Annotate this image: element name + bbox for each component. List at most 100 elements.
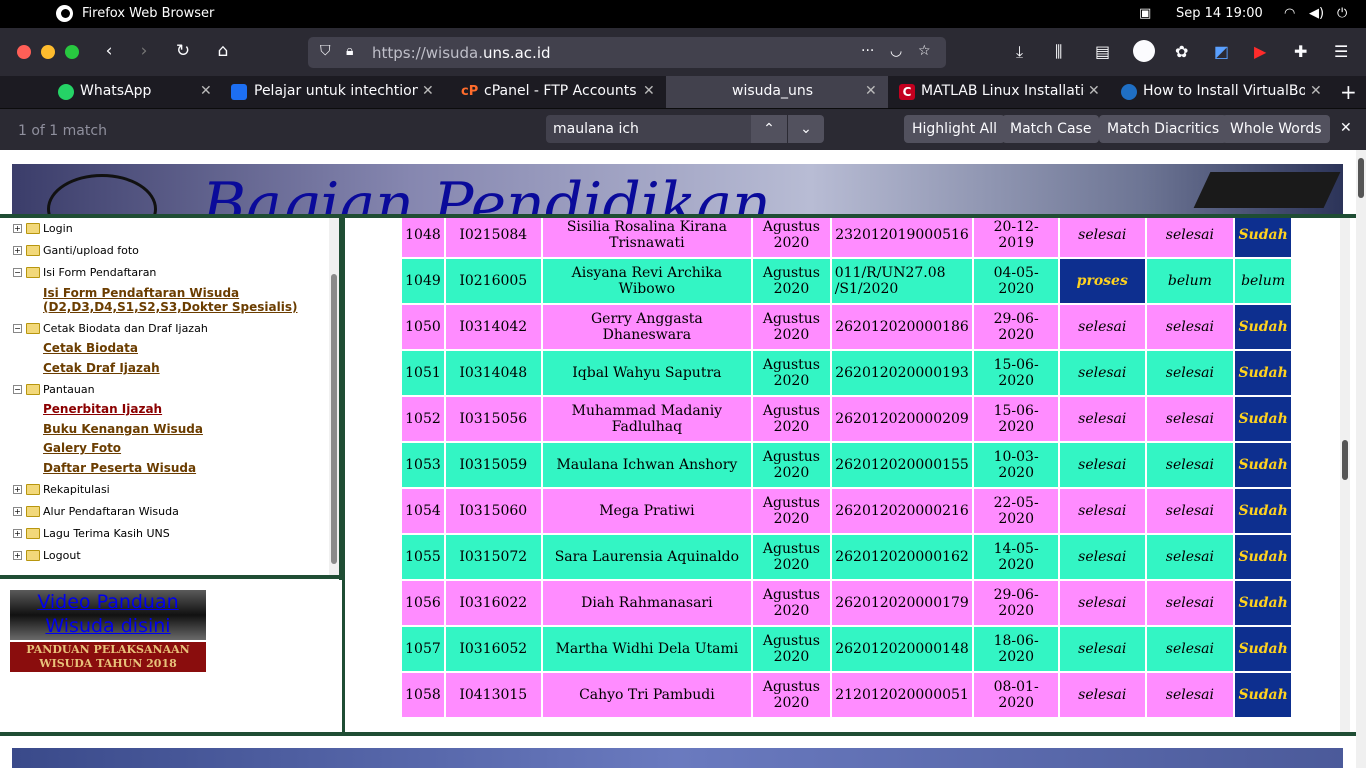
link-penerbitan-ijazah[interactable]: Penerbitan Ijazah bbox=[43, 402, 162, 416]
tab-matlab[interactable]: C MATLAB Linux Installatio ✕ bbox=[888, 76, 1110, 108]
tab-wisuda-uns[interactable]: wisuda_uns ✕ bbox=[666, 76, 888, 108]
volume-icon[interactable]: ◀) bbox=[1309, 6, 1324, 21]
match-case-toggle[interactable]: Match Case bbox=[1002, 115, 1100, 143]
scrollbar-thumb[interactable] bbox=[1342, 440, 1348, 480]
match-diacritics-toggle[interactable]: Match Diacritics bbox=[1099, 115, 1228, 143]
reload-icon[interactable]: ↻ bbox=[172, 41, 194, 61]
cell-nama: Cahyo Tri Pambudi bbox=[542, 673, 752, 717]
clock[interactable]: Sep 14 19:00 bbox=[1176, 6, 1263, 21]
close-tab-icon[interactable]: ✕ bbox=[200, 83, 212, 99]
menu-label[interactable]: Login bbox=[43, 222, 73, 235]
collapse-icon[interactable]: − bbox=[13, 324, 22, 333]
tab-label: How to Install VirtualBox bbox=[1143, 83, 1305, 99]
cell-ijazah: 262012020000148 bbox=[831, 627, 973, 671]
forward-icon[interactable]: › bbox=[133, 41, 155, 61]
collapse-icon[interactable]: − bbox=[13, 268, 22, 277]
expand-icon[interactable]: + bbox=[13, 485, 22, 494]
cell-periode: Agustus 2020 bbox=[753, 673, 830, 717]
home-icon[interactable]: ⌂ bbox=[212, 41, 234, 61]
tab-label: cPanel - FTP Accounts bbox=[484, 83, 637, 99]
youtube-extension-icon[interactable]: ▶ bbox=[1254, 42, 1266, 61]
url-bar[interactable]: ⛉ 🔒︎ https://wisuda.uns.ac.id ··· ◡ ☆ bbox=[308, 37, 946, 68]
link-isi-form-wisuda[interactable]: Isi Form Pendaftaran Wisuda bbox=[43, 286, 239, 300]
scrollbar-thumb[interactable] bbox=[1358, 158, 1364, 198]
link-cetak-biodata[interactable]: Cetak Biodata bbox=[43, 341, 138, 355]
cell-nim: I0315056 bbox=[445, 397, 541, 441]
back-icon[interactable]: ‹ bbox=[98, 41, 120, 61]
cell-no: 1049 bbox=[402, 259, 444, 303]
expand-icon[interactable]: + bbox=[13, 507, 22, 516]
find-match-count: 1 of 1 match bbox=[18, 123, 107, 139]
link-galery-foto[interactable]: Galery Foto bbox=[43, 441, 121, 455]
cell-periode: Agustus 2020 bbox=[753, 489, 830, 533]
power-icon[interactable]: ⏻ bbox=[1337, 6, 1347, 21]
menu-label[interactable]: Pantauan bbox=[43, 383, 95, 396]
link-cetak-draf-ijazah[interactable]: Cetak Draf Ijazah bbox=[43, 361, 160, 375]
close-window-button[interactable] bbox=[17, 45, 31, 59]
hamburger-menu-icon[interactable]: ☰ bbox=[1334, 42, 1348, 61]
extensions-puzzle-icon[interactable]: ✚ bbox=[1294, 42, 1307, 61]
close-tab-icon[interactable]: ✕ bbox=[865, 83, 877, 99]
tab-virtualbox[interactable]: How to Install VirtualBox ✕ bbox=[1110, 76, 1332, 108]
downloads-icon[interactable]: ⤓ bbox=[1016, 42, 1023, 62]
bookmark-star-icon[interactable]: ☆ bbox=[918, 43, 931, 59]
expand-icon[interactable]: + bbox=[13, 551, 22, 560]
cell-no: 1055 bbox=[402, 535, 444, 579]
menu-label[interactable]: Logout bbox=[43, 549, 81, 562]
collapse-icon[interactable]: − bbox=[13, 385, 22, 394]
close-tab-icon[interactable]: ✕ bbox=[1088, 83, 1100, 99]
translate-extension-icon[interactable]: ◩ bbox=[1214, 42, 1229, 61]
menu-label[interactable]: Lagu Terima Kasih UNS bbox=[43, 527, 170, 540]
cell-nim: I0316022 bbox=[445, 581, 541, 625]
close-tab-icon[interactable]: ✕ bbox=[1310, 83, 1322, 99]
tab-whatsapp[interactable]: WhatsApp ✕ bbox=[46, 76, 221, 108]
extension-github-icon[interactable]: ✿ bbox=[1175, 42, 1188, 61]
expand-icon[interactable]: + bbox=[13, 246, 22, 255]
panduan-pelaksanaan-button[interactable]: PANDUAN PELAKSANAAN WISUDA TAHUN 2018 bbox=[10, 642, 206, 672]
whole-words-toggle[interactable]: Whole Words bbox=[1222, 115, 1330, 143]
tab-pelajar[interactable]: Pelajar untuk intechtion.c ✕ bbox=[221, 76, 444, 108]
url-text[interactable]: https://wisuda.uns.ac.id bbox=[372, 44, 551, 62]
wifi-icon[interactable]: ◠ bbox=[1284, 6, 1295, 21]
table-row: 1052 I0315056 Muhammad Madaniy Fadlulhaq Ag… bbox=[402, 397, 1291, 441]
page-actions-icon[interactable]: ··· bbox=[861, 43, 874, 59]
highlight-all-toggle[interactable]: Highlight All bbox=[904, 115, 1006, 143]
link-isi-form-wisuda-programs[interactable]: (D2,D3,D4,S1,S2,S3,Dokter Spesialis) bbox=[43, 300, 297, 314]
menu-label[interactable]: Cetak Biodata dan Draf Ijazah bbox=[43, 322, 208, 335]
page-scrollbar[interactable] bbox=[1356, 150, 1366, 768]
expand-icon[interactable]: + bbox=[13, 529, 22, 538]
link-buku-kenangan[interactable]: Buku Kenangan Wisuda bbox=[43, 422, 203, 436]
content-frame-scrollbar[interactable] bbox=[1340, 218, 1350, 734]
active-app-name[interactable]: Firefox Web Browser bbox=[82, 6, 214, 21]
expand-icon[interactable]: + bbox=[13, 224, 22, 233]
link-daftar-peserta[interactable]: Daftar Peserta Wisuda bbox=[43, 461, 196, 475]
close-find-bar-icon[interactable]: ✕ bbox=[1340, 120, 1352, 136]
cell-status: Sudah bbox=[1235, 627, 1291, 671]
menu-label[interactable]: Isi Form Pendaftaran bbox=[43, 266, 156, 279]
find-input[interactable]: maulana ich bbox=[546, 115, 751, 143]
scrollbar-thumb[interactable] bbox=[331, 274, 337, 564]
nav-frame-scrollbar[interactable] bbox=[329, 218, 339, 576]
sidebar-toggle-icon[interactable]: ▤ bbox=[1095, 42, 1110, 61]
menu-label[interactable]: Alur Pendaftaran Wisuda bbox=[43, 505, 179, 518]
menu-label[interactable]: Ganti/upload foto bbox=[43, 244, 139, 257]
image-viewer-icon[interactable]: ▣ bbox=[1139, 6, 1151, 21]
lock-icon[interactable]: 🔒︎ bbox=[346, 43, 353, 59]
video-panduan-button[interactable]: Video Panduan Wisuda disini bbox=[10, 590, 206, 640]
shield-icon[interactable]: ⛉ bbox=[320, 43, 331, 59]
close-tab-icon[interactable]: ✕ bbox=[422, 83, 434, 99]
navigation-frame: + Login + Ganti/upload foto − Isi Form Pend… bbox=[0, 218, 342, 580]
minimize-window-button[interactable] bbox=[41, 45, 55, 59]
find-previous-button[interactable]: ⌃ bbox=[751, 115, 787, 143]
tab-cpanel[interactable]: cP cPanel - FTP Accounts ✕ bbox=[444, 76, 666, 108]
menu-label[interactable]: Rekapitulasi bbox=[43, 483, 110, 496]
table-row: 1055 I0315072 Sara Laurensia Aquinaldo Agus… bbox=[402, 535, 1291, 579]
library-icon[interactable]: ⫼ bbox=[1055, 42, 1062, 62]
button-label: WISUDA TAHUN 2018 bbox=[39, 657, 177, 670]
account-avatar-icon[interactable] bbox=[1133, 40, 1155, 62]
cell-s2: selesai bbox=[1146, 627, 1234, 671]
pocket-icon[interactable]: ◡ bbox=[890, 43, 902, 59]
maximize-window-button[interactable] bbox=[65, 45, 79, 59]
close-tab-icon[interactable]: ✕ bbox=[643, 83, 655, 99]
find-next-button[interactable]: ⌄ bbox=[788, 115, 824, 143]
